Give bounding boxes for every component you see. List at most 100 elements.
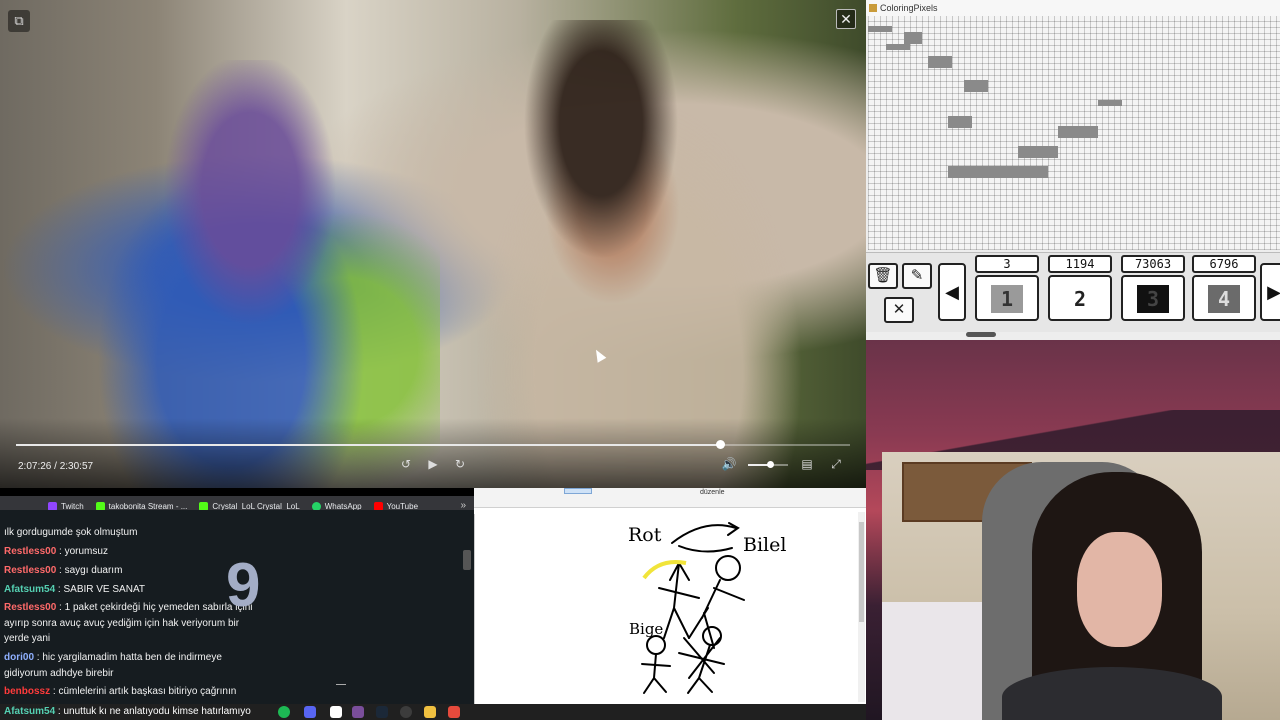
divider <box>336 684 346 685</box>
streamer-shirt <box>1002 667 1222 720</box>
chat-username[interactable]: benbossz <box>4 686 50 697</box>
chat-ticker: Afatsum54 : unuttuk kı ne anlatıyodu kim… <box>4 704 251 720</box>
chat-username[interactable]: Restless00 <box>4 565 56 576</box>
trash-icon[interactable]: 🗑 <box>868 263 898 289</box>
arrow-right-icon[interactable]: ▶ <box>1260 263 1280 321</box>
chat-username[interactable]: Afatsum54 <box>4 706 55 717</box>
volume-icon[interactable]: 🔊 <box>721 457 737 471</box>
chat-message: Restless00 : yorumsuz <box>4 544 264 560</box>
video-time: 2:07:26 / 2:30:57 <box>18 461 94 472</box>
filled-pixel-block <box>1098 100 1122 106</box>
spotify-icon[interactable] <box>278 706 290 718</box>
chat-username[interactable]: dori00 <box>4 652 34 663</box>
volume-handle[interactable] <box>767 461 774 468</box>
captions-icon[interactable]: ▤ <box>799 457 815 471</box>
scrollbar-thumb[interactable] <box>859 522 864 622</box>
swatch-tile[interactable]: 1 <box>975 275 1039 321</box>
filled-pixel-block <box>948 116 972 128</box>
cancel-icon[interactable]: ✕ <box>884 297 914 323</box>
webcam-feed <box>882 452 1280 720</box>
eraser-icon[interactable]: ✎ <box>902 263 932 289</box>
discord-icon[interactable] <box>304 706 316 718</box>
controls-overlay <box>0 418 866 488</box>
chat-text: ılk gordugumde şok olmuştum <box>4 527 138 538</box>
paint-icon[interactable] <box>448 706 460 718</box>
chat-text: : saygı duarım <box>56 565 123 576</box>
swatch-number: 4 <box>1208 285 1240 313</box>
color-swatch-1[interactable]: 3 1 <box>975 255 1039 321</box>
seek-bar-handle[interactable] <box>715 440 725 449</box>
filled-pixel-block <box>904 32 922 44</box>
obs-icon[interactable] <box>352 706 364 718</box>
play-icon[interactable]: ▶ <box>425 457 441 471</box>
chat-username[interactable]: Afatsum54 <box>4 584 55 595</box>
palette-toolbar: 🗑 ✎ ✕ ◀ 3 1 1194 2 73063 3 6796 4 ▶ <box>866 252 1280 332</box>
paint-canvas[interactable] <box>474 488 866 704</box>
filled-pixel-block <box>886 44 910 50</box>
chat-username[interactable]: Restless00 <box>4 602 56 613</box>
close-icon[interactable]: ✕ <box>836 9 856 29</box>
window-title: ColoringPixels <box>880 3 938 13</box>
picture-in-picture-icon[interactable]: ⧉ <box>8 10 30 32</box>
swatch-count: 3 <box>975 255 1039 273</box>
stick-figure-head <box>646 635 666 655</box>
chat-panel: ılk gordugumde şok olmuştum Restless00 :… <box>0 510 474 704</box>
folder-icon[interactable] <box>424 706 436 718</box>
color-swatch-3-selected[interactable]: 73063 3 <box>1121 255 1185 321</box>
arrow-stroke <box>678 545 733 553</box>
swatch-count: 73063 <box>1121 255 1185 273</box>
video-player[interactable]: ⧉ ✕ 2:07:26 / 2:30:57 ↺ ▶ ↻ 🔊 ▤ ⤢ <box>0 0 866 488</box>
filled-pixel-block <box>928 56 952 68</box>
horizontal-scrollbar[interactable] <box>966 332 996 337</box>
chat-username[interactable]: Restless00 <box>4 546 56 557</box>
coloring-pixels-window: ColoringPixels 🗑 ✎ ✕ ◀ 3 1 1194 2 73063 … <box>866 0 1280 340</box>
chat-message: Restless00 : 1 paket çekirdeği hiç yemed… <box>4 600 264 647</box>
arrow-left-icon[interactable]: ◀ <box>938 263 966 321</box>
swatch-tile[interactable]: 3 <box>1121 275 1185 321</box>
drawing-label-rot: Rot <box>628 524 662 546</box>
paint-window: düzenle Rot Bilel Bige <box>474 488 866 704</box>
swatch-number: 2 <box>1064 285 1096 313</box>
taskbar: Afatsum54 : unuttuk kı ne anlatıyodu kim… <box>0 704 866 720</box>
app-icon <box>869 4 877 12</box>
chat-message: Afatsum54 : SABIR VE SANAT <box>4 582 264 598</box>
swatch-number: 3 <box>1137 285 1169 313</box>
swatch-count: 1194 <box>1048 255 1112 273</box>
seek-bar-progress <box>16 444 720 446</box>
chat-message: benbossz : cümlelerini artık başkası bit… <box>4 684 264 700</box>
steam-icon[interactable] <box>376 706 388 718</box>
filled-pixel-block <box>948 166 1048 178</box>
chat-scrollbar[interactable] <box>463 550 471 570</box>
volume-slider[interactable] <box>748 461 788 468</box>
chat-text: : SABIR VE SANAT <box>55 584 145 595</box>
filled-pixel-block <box>964 80 988 92</box>
color-swatch-4[interactable]: 6796 4 <box>1192 255 1256 321</box>
arrow-stroke <box>671 524 737 544</box>
seek-bar[interactable] <box>16 440 850 449</box>
fullscreen-icon[interactable]: ⤢ <box>828 457 844 472</box>
chat-text: : cümlelerini artık başkası bitiriyo çağ… <box>50 686 237 697</box>
swatch-tile[interactable]: 2 <box>1048 275 1112 321</box>
swatch-tile[interactable]: 4 <box>1192 275 1256 321</box>
filled-pixel-block <box>1058 126 1098 138</box>
settings-icon[interactable] <box>400 706 412 718</box>
scribble-strokes <box>678 637 725 694</box>
stick-figure-body <box>688 579 745 649</box>
chat-text: : hic yargilamadim hatta ben de indirmey… <box>4 652 222 679</box>
chat-text: : unuttuk kı ne anlatıyodu kimse hatırla… <box>55 706 251 717</box>
chat-message: dori00 : hic yargilamadim hatta ben de i… <box>4 650 264 681</box>
chat-text: : yorumsuz <box>56 546 108 557</box>
swatch-count: 6796 <box>1192 255 1256 273</box>
drawing-label-bilel: Bilel <box>743 534 787 556</box>
pixel-grid[interactable] <box>868 16 1280 250</box>
color-swatch-2[interactable]: 1194 2 <box>1048 255 1112 321</box>
forward-10-icon[interactable]: ↻ <box>452 457 468 471</box>
window-titlebar: ColoringPixels <box>866 0 1280 16</box>
stick-figure-body <box>641 653 671 694</box>
streamer-face <box>1077 532 1162 647</box>
app-icon[interactable] <box>330 706 342 718</box>
counter-overlay: 9 <box>226 551 261 620</box>
rewind-10-icon[interactable]: ↺ <box>398 457 414 471</box>
arrow-head <box>727 522 740 536</box>
vertical-scrollbar[interactable] <box>858 512 865 702</box>
